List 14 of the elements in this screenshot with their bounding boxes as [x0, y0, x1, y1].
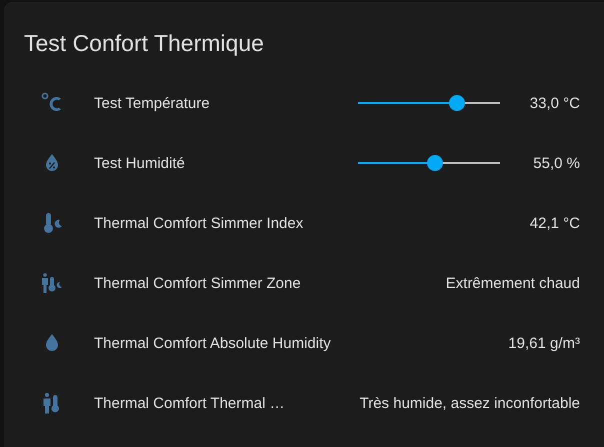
entity-value: Très humide, assez inconfortable: [360, 394, 580, 412]
entity-value: 33,0 °C: [528, 94, 580, 112]
entity-value: 42,1 °C: [528, 214, 580, 232]
entity-name: Thermal Comfort Thermal …: [94, 394, 286, 412]
entity-value: 55,0 %: [532, 154, 580, 172]
entity-name: Thermal Comfort Simmer Zone: [94, 274, 302, 292]
entity-name: Test Humidité: [94, 154, 186, 172]
entity-value: 19,61 g/m³: [508, 334, 580, 352]
entity-value: Extrêmement chaud: [446, 274, 580, 292]
person-thermometer-moon-icon: [40, 271, 64, 295]
entity-name: Test Température: [94, 94, 211, 112]
entity-name: Thermal Comfort Simmer Index: [94, 214, 304, 232]
card-title: Test Confort Thermique: [24, 29, 265, 58]
entity-name: Thermal Comfort Absolute Humidity: [94, 334, 332, 352]
